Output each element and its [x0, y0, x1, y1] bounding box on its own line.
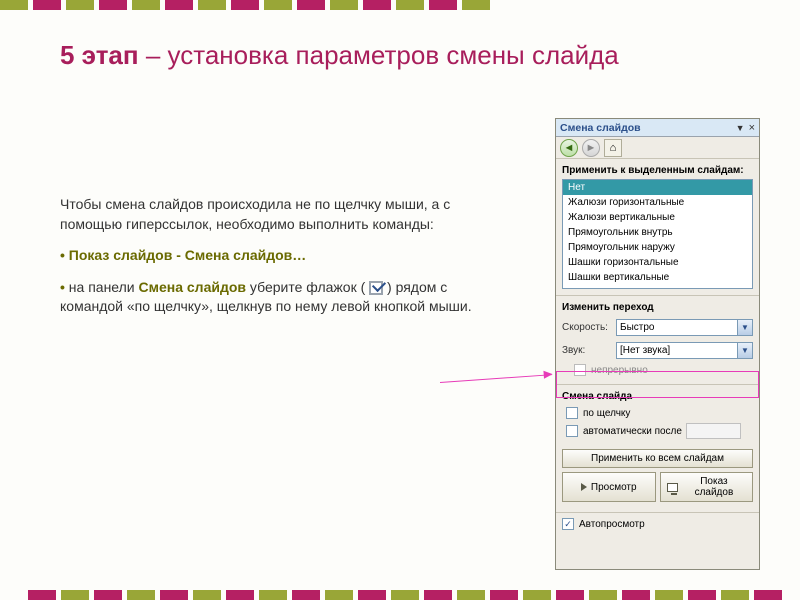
apply-section-label: Применить к выделенным слайдам:: [556, 159, 759, 179]
body-text: Чтобы смена слайдов происходила не по ще…: [60, 195, 480, 329]
auto-after-label: автоматически после: [583, 426, 682, 437]
nav-home-button[interactable]: ⌂: [604, 139, 622, 157]
chevron-down-icon: ▼: [737, 320, 752, 335]
slideshow-icon: [667, 483, 678, 492]
pane-title: Смена слайдов: [560, 122, 736, 134]
on-click-label: по щелчку: [583, 408, 630, 419]
modify-section-label: Изменить переход: [556, 296, 759, 316]
list-item[interactable]: Шашки вертикальные: [563, 270, 752, 285]
checkbox-glyph-icon: [369, 281, 383, 295]
bullet-1: Показ слайдов - Смена слайдов…: [60, 246, 480, 266]
nav-forward-button[interactable]: ►: [582, 139, 600, 157]
slide-transition-pane: Смена слайдов ▼ × ◄ ► ⌂ Применить к выде…: [555, 118, 760, 570]
loop-label: непрерывно: [591, 365, 648, 376]
sound-row: Звук: [Нет звука] ▼: [556, 339, 759, 362]
list-item[interactable]: Прямоугольник внутрь: [563, 225, 752, 240]
chevron-down-icon: ▼: [737, 343, 752, 358]
sound-select[interactable]: [Нет звука] ▼: [616, 342, 753, 359]
list-item[interactable]: Жалюзи горизонтальные: [563, 195, 752, 210]
auto-after-time-field[interactable]: [686, 423, 741, 439]
paragraph-1: Чтобы смена слайдов происходила не по ще…: [60, 195, 480, 234]
loop-checkbox: [574, 364, 586, 376]
list-item[interactable]: Прямоугольник наружу: [563, 240, 752, 255]
speed-select[interactable]: Быстро ▼: [616, 319, 753, 336]
autopreview-row: ✓ Автопросмотр: [556, 513, 759, 532]
pane-menu-dropdown-icon[interactable]: ▼: [736, 123, 745, 133]
on-click-row: по щелчку: [556, 405, 759, 421]
close-icon[interactable]: ×: [749, 122, 755, 134]
auto-after-checkbox[interactable]: [566, 425, 578, 437]
title-bold: 5 этап: [60, 40, 139, 70]
top-decoration: [0, 0, 495, 10]
transition-effects-listbox[interactable]: Нет Жалюзи горизонтальные Жалюзи вертика…: [562, 179, 753, 289]
list-item[interactable]: Жалюзи вертикальные: [563, 210, 752, 225]
pointer-arrow-icon: [440, 374, 552, 383]
speed-row: Скорость: Быстро ▼: [556, 316, 759, 339]
list-item[interactable]: Шашки горизонтальные: [563, 255, 752, 270]
auto-after-row: автоматически после: [556, 421, 759, 441]
bottom-decoration: [28, 590, 787, 600]
title-rest: – установка параметров смены слайда: [139, 40, 619, 70]
pane-header: Смена слайдов ▼ ×: [556, 119, 759, 137]
pane-nav: ◄ ► ⌂: [556, 137, 759, 159]
preview-button[interactable]: Просмотр: [562, 472, 656, 502]
page-title: 5 этап – установка параметров смены слай…: [60, 40, 760, 71]
autopreview-label: Автопросмотр: [579, 519, 645, 530]
slideshow-button[interactable]: Показ слайдов: [660, 472, 754, 502]
bullet-2: на панели Смена слайдов уберите флажок (…: [60, 278, 480, 317]
speed-label: Скорость:: [562, 322, 616, 333]
list-item[interactable]: Нет: [563, 180, 752, 195]
loop-checkbox-row: непрерывно: [556, 362, 759, 378]
play-icon: [581, 483, 587, 491]
apply-all-button[interactable]: Применить ко всем слайдам: [562, 449, 753, 468]
advance-section-label: Смена слайда: [556, 385, 759, 405]
on-click-checkbox[interactable]: [566, 407, 578, 419]
autopreview-checkbox[interactable]: ✓: [562, 518, 574, 530]
sound-label: Звук:: [562, 345, 616, 356]
nav-back-button[interactable]: ◄: [560, 139, 578, 157]
